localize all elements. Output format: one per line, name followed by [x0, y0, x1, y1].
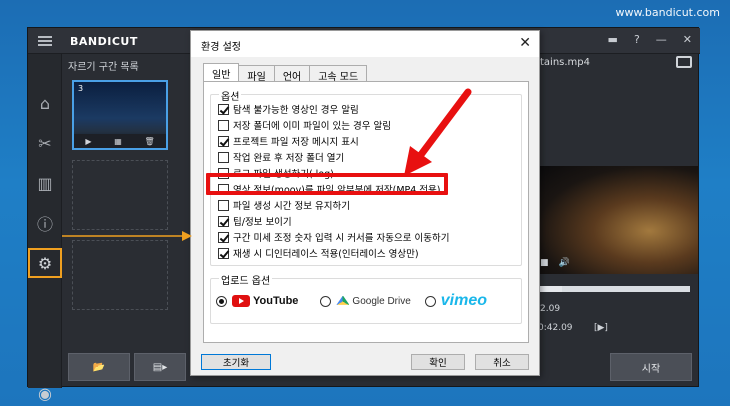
start-button[interactable]: 시작 [610, 353, 692, 381]
app-logo: BANDICUT [70, 35, 138, 48]
close-icon[interactable]: ✕ [519, 35, 531, 51]
checkbox[interactable] [218, 247, 229, 259]
tab-file[interactable]: 파일 [238, 65, 275, 83]
option-project-save-msg[interactable]: 프로젝트 파일 저장 메시지 표시 [218, 134, 359, 148]
camera-icon[interactable] [676, 56, 692, 68]
checkbox[interactable] [218, 215, 229, 227]
tab-content: 옵션 탐색 불가능한 영상인 경우 알림 저장 폴더에 이미 파일이 있는 경우… [203, 81, 529, 343]
window-controls: ▬ ? — ✕ [608, 33, 692, 46]
gear-icon[interactable]: ⚙ [28, 248, 62, 278]
thumbnail-toolbar: ▶ ▦ 🗑 [74, 134, 166, 148]
options-label: 옵션 [219, 88, 242, 103]
radio[interactable] [424, 295, 436, 307]
reset-button[interactable]: 초기화 [201, 354, 271, 370]
upload-label: 업로드 옵션 [219, 272, 273, 287]
grid-icon[interactable]: ▦ [114, 137, 122, 146]
file-name: tains.mp4 [540, 57, 591, 68]
ok-button[interactable]: 확인 [411, 354, 465, 370]
dialog-titlebar: 환경 설정 ✕ [191, 31, 539, 57]
volume-icon[interactable]: 🔊 [559, 258, 570, 268]
cancel-button[interactable]: 취소 [475, 354, 529, 370]
minimize-icon[interactable]: — [656, 33, 667, 46]
tab-fast-mode[interactable]: 고속 모드 [309, 65, 368, 83]
open-folder-button[interactable]: 📂 [68, 353, 130, 381]
checkbox[interactable] [218, 119, 229, 131]
tab-general[interactable]: 일반 [203, 63, 240, 82]
dialog-title: 환경 설정 [201, 42, 241, 53]
home-icon[interactable]: ⌂ [28, 88, 62, 118]
highlight-box [206, 173, 448, 195]
time-input[interactable]: 0:42.09 [538, 323, 573, 333]
option-auto-cursor[interactable]: 구간 미세 조정 숫자 입력 시 커서를 자동으로 이동하기 [218, 230, 449, 244]
tab-language[interactable]: 언어 [273, 65, 311, 83]
play-icon[interactable]: ▶ [85, 137, 91, 146]
checkbox[interactable] [218, 135, 229, 147]
upload-youtube[interactable]: YouTube [216, 295, 298, 307]
time-readout: 2.09 [540, 304, 561, 314]
merge-icon[interactable]: ▥ [28, 168, 62, 198]
option-notify-exists[interactable]: 저장 폴더에 이미 파일이 있는 경우 알림 [218, 118, 391, 132]
upload-gdrive[interactable]: Google Drive [320, 295, 411, 307]
delete-icon[interactable]: 🗑 [144, 137, 154, 146]
checkbox[interactable] [218, 231, 229, 243]
folder-icon[interactable]: ▬ [608, 33, 618, 46]
youtube-icon [232, 295, 250, 307]
settings-dialog: 환경 설정 ✕ 일반 파일 언어 고속 모드 옵션 탐색 불가능한 영상인 경우… [190, 30, 540, 376]
tab-strip: 일반 파일 언어 고속 모드 [203, 63, 368, 83]
player-controls: ■ 🔊 [540, 258, 570, 268]
upload-vimeo[interactable]: vimeo [424, 292, 487, 310]
open-file-button[interactable]: ▤▸ [134, 353, 186, 381]
segment-thumbnail[interactable]: 3 ▶ ▦ 🗑 [72, 80, 168, 150]
checkbox[interactable] [218, 151, 229, 163]
option-show-tips[interactable]: 팁/정보 보이기 [218, 214, 292, 228]
record-icon[interactable]: ◉ [28, 378, 62, 406]
timeline-bar[interactable] [540, 286, 690, 292]
cut-icon[interactable]: ✂ [28, 128, 62, 158]
segment-number: 3 [78, 84, 84, 93]
segment-placeholder [72, 240, 168, 310]
watermark: www.bandicut.com [615, 6, 720, 19]
upload-options: YouTube Google Drive vimeo [216, 292, 501, 310]
option-deinterlace[interactable]: 재생 시 디인터레이스 적용(인터레이스 영상만) [218, 246, 419, 260]
segment-placeholder [72, 160, 168, 230]
panel-title: 자르기 구간 목록 [68, 62, 139, 73]
close-icon[interactable]: ✕ [683, 33, 692, 46]
menu-icon[interactable] [38, 36, 52, 46]
radio[interactable] [216, 295, 227, 307]
option-keep-time[interactable]: 파일 생성 시간 정보 유지하기 [218, 198, 350, 212]
checkbox[interactable] [218, 199, 229, 211]
checkbox[interactable] [218, 103, 229, 115]
info-icon[interactable]: ⓘ [28, 208, 62, 238]
play-segment-icon[interactable]: [▶] [594, 323, 608, 333]
sidebar: ⌂ ✂ ▥ ⓘ ⚙ ◉ [28, 54, 62, 403]
google-drive-icon [336, 295, 350, 305]
radio[interactable] [320, 295, 332, 307]
option-notify-unseekable[interactable]: 탐색 불가능한 영상인 경우 알림 [218, 102, 359, 116]
help-icon[interactable]: ? [634, 33, 640, 46]
option-open-folder[interactable]: 작업 완료 후 저장 폴더 열기 [218, 150, 344, 164]
stop-icon[interactable]: ■ [540, 258, 549, 268]
